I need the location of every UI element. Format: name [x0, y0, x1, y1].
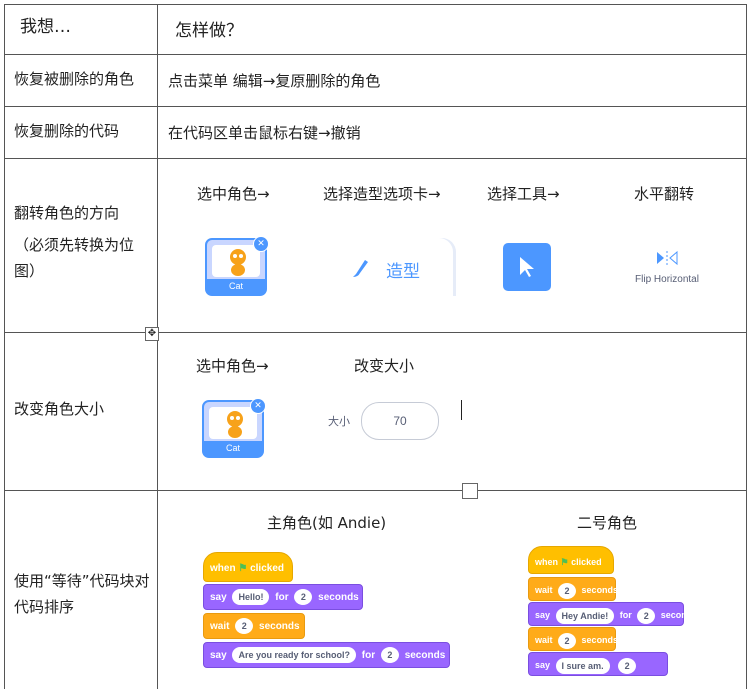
block-text: seconds: [581, 585, 619, 595]
row1-want: 恢复被删除的角色: [14, 70, 135, 88]
seconds-input[interactable]: 2: [618, 657, 637, 674]
block-text: wait: [535, 635, 553, 645]
step-costume-tab: 选择造型选项卡→: [323, 185, 441, 203]
say-hey-block[interactable]: say Hey Andie! for 2 seconds: [528, 602, 697, 626]
seconds-input[interactable]: 2: [380, 647, 399, 664]
row3-want: 翻转角色的方向 （必须先转换为位图）: [14, 200, 154, 284]
resize-handle[interactable]: [462, 483, 478, 499]
say-question-block[interactable]: say Are you ready for school? for 2 seco…: [203, 642, 450, 668]
sprite-thumbnail[interactable]: Cat ✕: [205, 236, 269, 296]
flip-label: Flip Horizontal: [635, 274, 699, 285]
wait-input[interactable]: 2: [558, 582, 577, 599]
block-text: for: [619, 610, 632, 620]
row-divider: [4, 332, 747, 333]
say-text-input[interactable]: Hey Andie!: [555, 607, 615, 624]
block-text: when: [535, 557, 559, 567]
block-text: when: [210, 563, 236, 574]
costume-tab[interactable]: 造型: [320, 238, 456, 296]
say-text-input[interactable]: Are you ready for school?: [232, 647, 356, 664]
row-divider: [4, 54, 747, 55]
header-want: 我想…: [20, 17, 71, 37]
step-select-sprite: 选中角色→: [197, 185, 270, 203]
wait-input[interactable]: 2: [235, 618, 254, 635]
flip-horizontal-button[interactable]: Flip Horizontal: [622, 250, 712, 290]
step-select-tool: 选择工具→: [487, 185, 560, 203]
arrow-cursor-icon: [520, 257, 534, 277]
cat-image: [212, 245, 260, 277]
sprite-thumbnail[interactable]: Cat ✕: [202, 398, 266, 458]
row3-want-note: （必须先转换为位图）: [14, 236, 135, 280]
block-text: seconds: [581, 635, 619, 645]
step-change-size: 改变大小: [354, 357, 415, 375]
block-text: say: [535, 660, 551, 670]
block-text: say: [535, 610, 551, 620]
brush-icon: [353, 260, 368, 277]
block-text: clicked: [571, 557, 602, 567]
delete-icon[interactable]: ✕: [250, 398, 266, 414]
wait-block[interactable]: wait 2 seconds: [528, 577, 619, 601]
sprite-caption: Cat: [207, 279, 265, 294]
main-sprite-title: 主角色(如 Andie): [267, 514, 387, 532]
block-text: seconds: [404, 650, 446, 661]
cat-image: [209, 407, 257, 439]
green-flag-icon: ⚑: [238, 563, 248, 574]
when-flag-clicked-block[interactable]: when ⚑ clicked: [528, 546, 614, 574]
text-cursor: [461, 400, 462, 420]
say-text-input[interactable]: Hello!: [232, 589, 270, 606]
block-text: seconds: [660, 610, 698, 620]
row2-how: 在代码区单击鼠标右键→撤销: [168, 124, 361, 142]
row3-want-title: 翻转角色的方向: [14, 204, 120, 222]
block-text: seconds: [259, 621, 300, 632]
block-text: say: [210, 592, 227, 603]
row-divider: [4, 158, 747, 159]
wait-block[interactable]: wait 2 seconds: [528, 627, 619, 651]
block-text: say: [210, 650, 227, 661]
step-flip: 水平翻转: [634, 185, 695, 203]
size-input[interactable]: 70: [361, 402, 439, 440]
row2-want: 恢复删除的代码: [14, 122, 120, 140]
block-text: clicked: [250, 563, 285, 574]
second-sprite-title: 二号角色: [577, 514, 638, 532]
row-divider: [4, 490, 747, 491]
block-text: for: [361, 650, 376, 661]
when-flag-clicked-block[interactable]: when ⚑ clicked: [203, 552, 293, 582]
row4-want: 改变角色大小: [14, 400, 105, 418]
say-hello-block[interactable]: say Hello! for 2 seconds: [203, 584, 363, 610]
size-label: 大小: [328, 415, 350, 428]
block-text: wait: [210, 621, 230, 632]
delete-icon[interactable]: ✕: [253, 236, 269, 252]
seconds-input[interactable]: 2: [294, 589, 313, 606]
row-divider: [4, 4, 747, 5]
sprite-caption: Cat: [204, 441, 262, 456]
costume-tab-label: 造型: [386, 262, 420, 282]
say-sure-block[interactable]: say I sure am. 2: [528, 652, 668, 676]
step-select-sprite-2: 选中角色→: [196, 357, 269, 375]
seconds-input[interactable]: 2: [637, 607, 656, 624]
row1-how: 点击菜单 编辑→复原删除的角色: [168, 72, 381, 90]
row-divider: [4, 106, 747, 107]
header-how: 怎样做？: [175, 21, 243, 41]
wait-input[interactable]: 2: [558, 632, 577, 649]
block-text: seconds: [318, 592, 359, 603]
wait-block[interactable]: wait 2 seconds: [203, 613, 305, 639]
block-text: for: [275, 592, 289, 603]
block-text: wait: [535, 585, 553, 595]
select-tool-button[interactable]: [503, 243, 551, 291]
say-text-input[interactable]: I sure am.: [555, 657, 610, 674]
row5-want: 使用“等待”代码块对代码排序: [14, 572, 150, 616]
flip-horizontal-icon: [657, 250, 678, 266]
move-handle-icon[interactable]: ✥: [145, 327, 159, 341]
green-flag-icon: ⚑: [560, 557, 569, 567]
